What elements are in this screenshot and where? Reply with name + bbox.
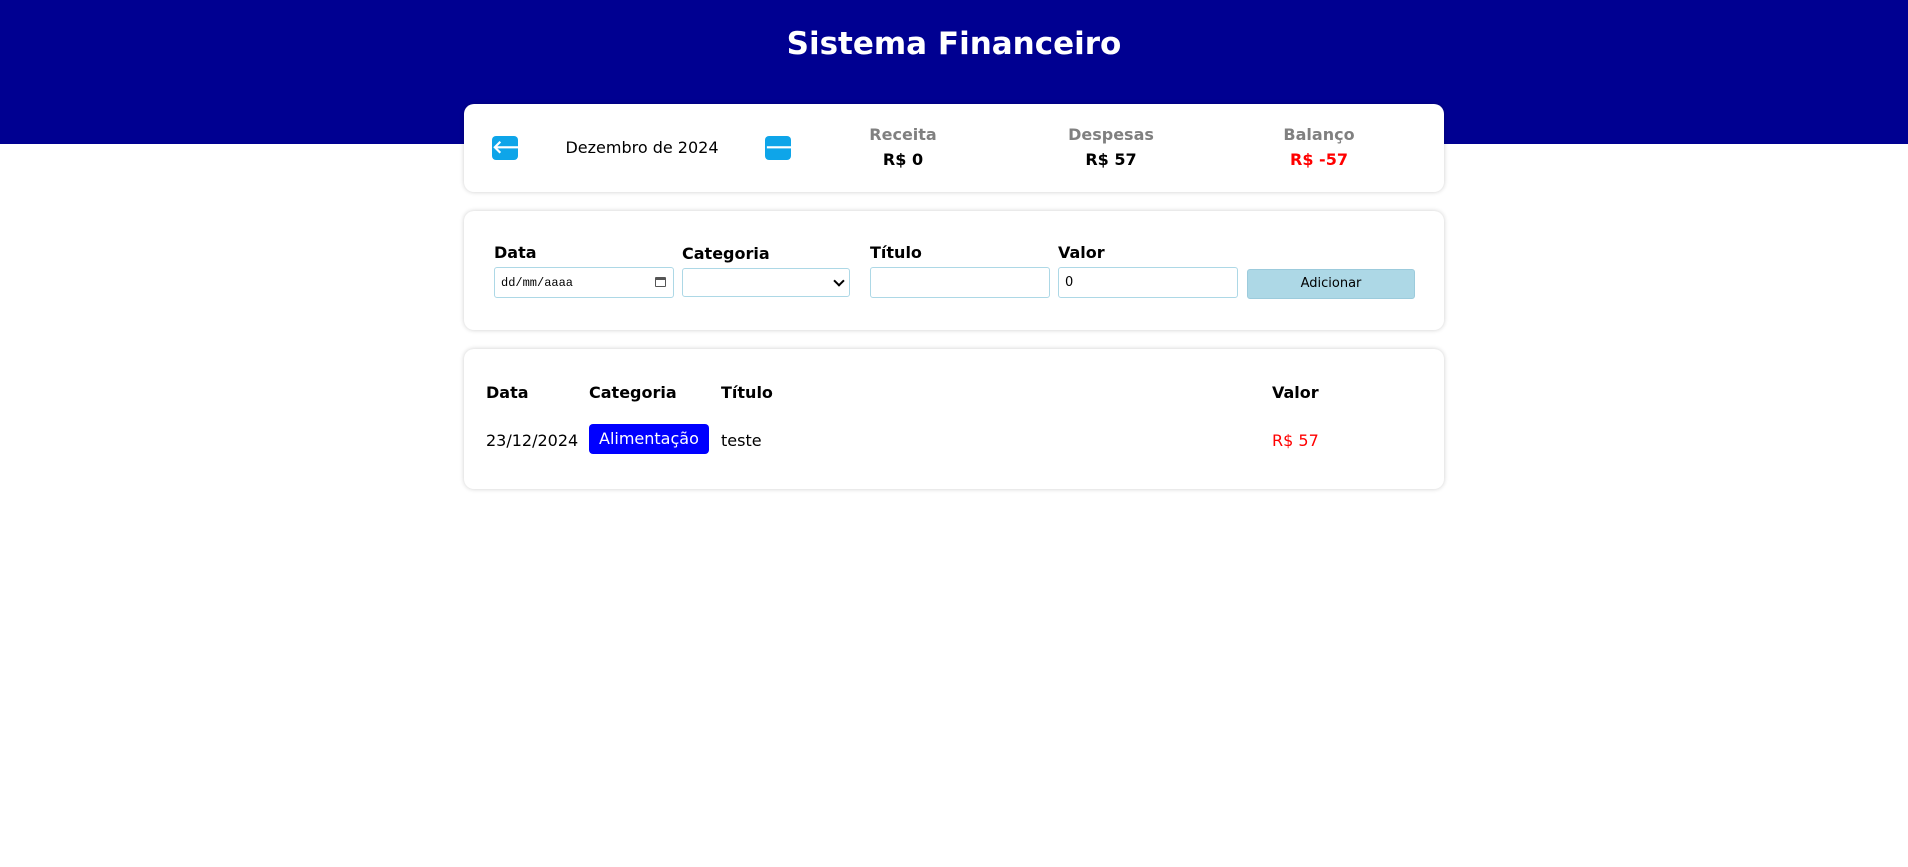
balanco-title: Balanço xyxy=(1283,125,1355,144)
valor-label: Valor xyxy=(1058,243,1105,262)
value-input[interactable]: 0 xyxy=(1058,267,1238,298)
current-month: Dezembro de 2024 xyxy=(565,138,719,157)
add-button[interactable]: Adicionar xyxy=(1247,269,1415,299)
input-area: Data dd/mm/aaaa Categoria Título Valor 0… xyxy=(464,211,1444,330)
prev-month-button[interactable]: 🡐 xyxy=(492,136,540,160)
title-input[interactable] xyxy=(870,267,1050,298)
categoria-field-group: Categoria xyxy=(682,244,850,297)
date-placeholder: dd/mm/aaaa xyxy=(501,275,574,290)
chevron-down-icon xyxy=(833,275,845,287)
receita-title: Receita xyxy=(869,125,937,144)
calendar-icon[interactable] xyxy=(655,277,666,287)
titulo-label: Título xyxy=(870,243,922,262)
header-data: Data xyxy=(486,383,529,402)
data-field-group: Data dd/mm/aaaa xyxy=(494,243,674,298)
next-month-button[interactable]: 🡒 xyxy=(765,136,813,160)
info-area: 🡐 Dezembro de 2024 🡒 Receita R$ 0 Despes… xyxy=(464,104,1444,192)
category-select[interactable] xyxy=(682,268,850,297)
row-data: 23/12/2024 xyxy=(486,431,579,450)
date-input[interactable]: dd/mm/aaaa xyxy=(494,267,674,298)
valor-field-group: Valor 0 xyxy=(1058,243,1238,298)
app-title: Sistema Financeiro xyxy=(786,26,1122,62)
row-titulo: teste xyxy=(721,431,762,450)
transactions-table: Data Categoria Título Valor 23/12/2024 A… xyxy=(464,349,1444,489)
receita-value: R$ 0 xyxy=(882,150,924,169)
header-categoria: Categoria xyxy=(589,383,677,402)
categoria-label: Categoria xyxy=(682,244,770,263)
summary-balanco: Balanço R$ -57 xyxy=(1219,125,1419,169)
header-valor: Valor xyxy=(1272,383,1319,402)
summary-despesas: Despesas R$ 57 xyxy=(1011,125,1211,169)
value-input-value: 0 xyxy=(1065,275,1074,290)
summary-receita: Receita R$ 0 xyxy=(803,125,1003,169)
despesas-title: Despesas xyxy=(1068,125,1154,144)
titulo-field-group: Título xyxy=(870,243,1050,298)
despesas-value: R$ 57 xyxy=(1085,150,1137,169)
category-badge: Alimentação xyxy=(589,424,709,454)
header-titulo: Título xyxy=(721,383,773,402)
data-label: Data xyxy=(494,243,537,262)
balanco-value: R$ -57 xyxy=(1290,150,1348,169)
row-valor: R$ 57 xyxy=(1272,431,1319,450)
